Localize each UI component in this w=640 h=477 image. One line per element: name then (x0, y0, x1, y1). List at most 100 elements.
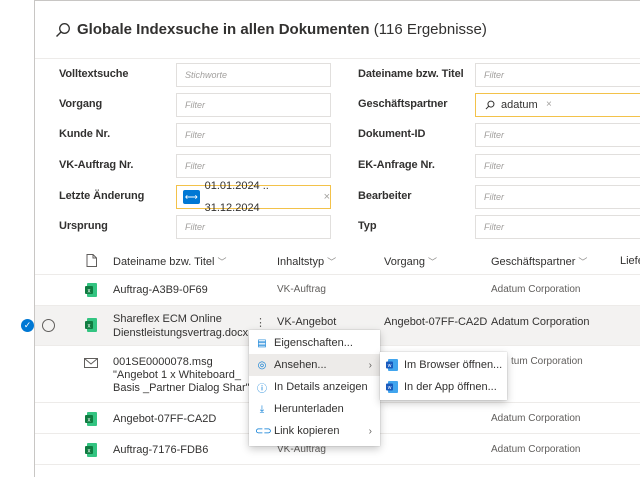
filter-label-vorgang: Vorgang (59, 98, 103, 110)
word-icon: w (386, 381, 398, 393)
page-title: Globale Indexsuche in allen Dokumenten (… (77, 21, 487, 38)
typ-input[interactable]: Filter (475, 215, 640, 239)
info-icon: ⓘ (257, 383, 267, 395)
filter-row-3: Kunde Nr. Filter Dokument-ID Filter (35, 120, 640, 150)
volltextsuche-input[interactable]: Stichworte (176, 63, 331, 87)
table-row[interactable]: x Auftrag-A3B9-0F69 VK-Auftrag Adatum Co… (35, 275, 640, 306)
excel-icon: x (85, 318, 97, 332)
row-name[interactable]: Auftrag-7176-FDB6 (113, 444, 208, 456)
title-bar: Globale Indexsuche in allen Dokumenten (… (35, 1, 640, 59)
filter-row-1: Volltextsuche Stichworte Dateiname bzw. … (35, 60, 640, 90)
date-range-chip: ⟷ 01.01.2024 .. 31.12.2024 × (183, 180, 330, 214)
submenu-item-open-browser[interactable]: w Im Browser öffnen... (380, 354, 507, 376)
chevron-right-icon: › (368, 359, 372, 371)
row-partner: Adatum Corporation (491, 444, 581, 455)
row-content-type: VK-Angebot (277, 316, 337, 328)
svg-text:x: x (88, 418, 91, 424)
submenu-item-open-app[interactable]: w In der App öffnen... (380, 376, 507, 398)
chevron-down-icon: ﹀ (578, 257, 588, 267)
link-icon: ⊂⊃ (255, 425, 272, 437)
date-range-icon: ⟷ (183, 190, 200, 204)
svg-text:w: w (388, 363, 392, 369)
row-name-line1[interactable]: Shareflex ECM Online (113, 313, 222, 325)
row-content-type: VK-Auftrag (277, 284, 326, 295)
mail-icon (84, 358, 98, 368)
menu-item-properties[interactable]: ▤ Eigenschaften... (249, 332, 380, 354)
svg-text:x: x (88, 289, 91, 295)
filter-label-geschaeftspartner: Geschäftspartner (358, 98, 448, 110)
excel-icon: x (85, 283, 97, 297)
dateiname-input[interactable]: Filter (475, 63, 640, 87)
column-header-vorgang[interactable]: Vorgang ﹀ (384, 255, 437, 268)
svg-text:x: x (88, 324, 91, 330)
vorgang-input[interactable]: Filter (176, 93, 331, 117)
filter-row-6: Ursprung Filter Typ Filter (35, 212, 640, 242)
column-header-liefer[interactable]: Liefe (620, 255, 640, 267)
filter-label-dokument-id: Dokument-ID (358, 128, 426, 140)
results-header: Dateiname bzw. Titel ﹀ Inhaltstyp ﹀ Vorgan… (35, 247, 640, 275)
ursprung-input[interactable]: Filter (176, 215, 331, 239)
column-header-partner[interactable]: Geschäftspartner ﹀ (491, 255, 587, 268)
row-select-radio[interactable] (42, 319, 55, 332)
properties-icon: ▤ (257, 337, 267, 349)
excel-icon: x (85, 412, 97, 426)
ek-anfrage-input[interactable]: Filter (475, 154, 640, 178)
row-name-line2[interactable]: Dienstleistungsvertrag.docx (113, 327, 248, 339)
row-partner: Adatum Corporation (491, 284, 581, 295)
geschaeftspartner-input[interactable]: adatum × (475, 93, 640, 117)
download-icon: ⤓ (259, 403, 265, 415)
row-name-line3[interactable]: Basis _Partner Dialog Shar" (113, 382, 250, 394)
chevron-down-icon: ﹀ (217, 257, 227, 267)
row-partner: Adatum Corporation (491, 316, 590, 328)
filter-label-vk-auftrag: VK-Auftrag Nr. (59, 159, 134, 171)
filter-label-ursprung: Ursprung (59, 220, 108, 232)
clear-icon[interactable]: × (324, 186, 330, 208)
more-options-icon[interactable]: ⋮ (255, 316, 266, 329)
column-header-content-type[interactable]: Inhaltstyp ﹀ (277, 255, 336, 268)
filter-label-letzte-aenderung: Letzte Änderung (59, 190, 145, 202)
menu-item-copy-link[interactable]: ⊂⊃ Link kopieren › (249, 420, 380, 442)
context-menu: ▤ Eigenschaften... ◎ Ansehen... › ⓘ In D… (249, 330, 380, 446)
kunde-nr-input[interactable]: Filter (176, 123, 331, 147)
filter-label-ek-anfrage: EK-Anfrage Nr. (358, 159, 435, 171)
outer-background (0, 0, 34, 477)
filter-label-bearbeiter: Bearbeiter (358, 190, 412, 202)
checkmark-icon[interactable]: ✓ (21, 319, 34, 332)
menu-item-view[interactable]: ◎ Ansehen... › (249, 354, 380, 376)
eye-icon: ◎ (257, 359, 267, 371)
bearbeiter-input[interactable]: Filter (475, 185, 640, 209)
menu-item-details[interactable]: ⓘ In Details anzeigen (249, 376, 380, 398)
filter-label-kunde-nr: Kunde Nr. (59, 128, 111, 140)
row-partner: Adatum Corporation (491, 413, 581, 424)
view-submenu: w Im Browser öffnen... w In der App öffn… (380, 352, 507, 400)
row-name[interactable]: Auftrag-A3B9-0F69 (113, 284, 208, 296)
filter-label-typ: Typ (358, 220, 377, 232)
letzte-aenderung-input[interactable]: ⟷ 01.01.2024 .. 31.12.2024 × (176, 180, 331, 214)
document-type-icon (86, 254, 97, 267)
row-name-line1[interactable]: 001SE0000078.msg (113, 356, 213, 368)
chevron-down-icon: ﹀ (327, 257, 337, 267)
clear-icon[interactable]: × (546, 94, 552, 116)
row-name-line2[interactable]: "Angebot 1 x Whiteboard_ (113, 369, 241, 381)
chevron-down-icon: ﹀ (427, 257, 437, 267)
filter-label-volltextsuche: Volltextsuche (59, 68, 129, 80)
filter-row-4: VK-Auftrag Nr. Filter EK-Anfrage Nr. Fil… (35, 151, 640, 181)
dokument-id-input[interactable]: Filter (475, 123, 640, 147)
filter-row-2: Vorgang Filter Geschäftspartner adatum × (35, 90, 640, 120)
row-vorgang: Angebot-07FF-CA2D (384, 316, 488, 328)
geschaeftspartner-value: adatum (501, 99, 538, 111)
row-partner: tum Corporation (511, 356, 583, 367)
chevron-right-icon: › (368, 425, 372, 437)
search-icon (56, 22, 70, 37)
svg-text:w: w (388, 385, 392, 391)
search-panel: Globale Indexsuche in allen Dokumenten (… (21, 0, 640, 477)
row-name[interactable]: Angebot-07FF-CA2D (113, 413, 216, 425)
menu-item-download[interactable]: ⤓ Herunterladen (249, 398, 380, 420)
word-icon: w (386, 359, 398, 371)
search-icon (485, 100, 495, 110)
filter-row-5: Letzte Änderung ⟷ 01.01.2024 .. 31.12.20… (35, 180, 640, 214)
filter-label-dateiname: Dateiname bzw. Titel (358, 68, 464, 80)
column-header-name[interactable]: Dateiname bzw. Titel ﹀ (113, 255, 227, 268)
excel-icon: x (85, 443, 97, 457)
svg-text:x: x (88, 449, 91, 455)
